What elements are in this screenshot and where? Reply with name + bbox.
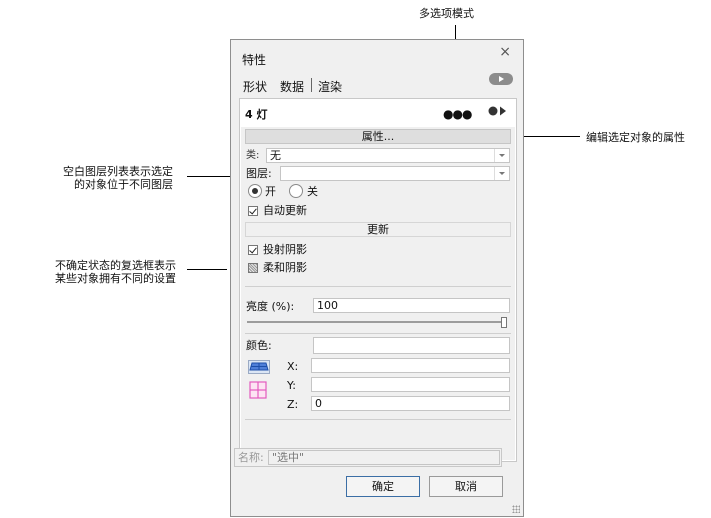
tab-scroll-arrow-icon[interactable] <box>489 73 513 85</box>
y-input[interactable] <box>311 377 510 392</box>
tab-shape[interactable]: 形状 <box>243 78 267 95</box>
tab-data[interactable]: 数据 <box>280 78 304 95</box>
soft-shadow-checkbox[interactable] <box>248 263 258 273</box>
callout-blank-layer-2: 的对象位于不同图层 <box>74 178 173 191</box>
auto-update-checkbox[interactable] <box>248 206 258 216</box>
brightness-label: 亮度 (%): <box>246 300 295 313</box>
radio-on[interactable] <box>248 184 262 198</box>
callout-edit-properties: 编辑选定对象的属性 <box>586 131 685 144</box>
chevron-down-icon <box>494 149 509 162</box>
multi-select-nav-icon[interactable] <box>487 105 509 117</box>
layer-label: 图层: <box>246 167 272 180</box>
x-label: X: <box>287 360 299 373</box>
multi-select-dots-icon[interactable]: ●●● <box>443 107 472 121</box>
class-label: 类: <box>246 150 260 161</box>
y-label: Y: <box>287 379 296 392</box>
radio-off[interactable] <box>289 184 303 198</box>
name-label: 名称: <box>238 451 264 464</box>
properties-body: 属性... 类: 无 图层: 开 关 自动更新 更新 投射阴影 柔和阴影 亮度 … <box>241 127 515 460</box>
cast-shadow-checkbox[interactable] <box>248 245 258 255</box>
chevron-down-icon <box>494 167 509 180</box>
update-button[interactable]: 更新 <box>245 222 511 237</box>
class-value: 无 <box>270 149 281 162</box>
z-label: Z: <box>287 398 299 411</box>
color-field[interactable] <box>313 337 510 354</box>
callout-multi-select-mode: 多选项模式 <box>419 7 474 20</box>
attributes-button[interactable]: 属性... <box>245 129 511 144</box>
brightness-input[interactable]: 100 <box>313 298 510 313</box>
tab-render[interactable]: 渲染 <box>318 78 342 95</box>
radio-on-label: 开 <box>265 185 276 198</box>
soft-shadow-label: 柔和阴影 <box>263 261 307 274</box>
resize-grip-icon[interactable] <box>512 505 520 513</box>
tab-separator <box>311 78 312 92</box>
object-title: 4 灯 <box>245 108 268 121</box>
grid-view-icon[interactable] <box>249 381 267 399</box>
callout-indeterminate-2: 某些对象拥有不同的设置 <box>55 272 176 285</box>
object-info-panel: 4 灯 ●●● 属性... 类: 无 图层: 开 关 自动更新 更新 投射阴影 … <box>239 98 517 462</box>
plan-view-icon[interactable] <box>248 360 270 374</box>
divider <box>245 419 511 420</box>
ok-button[interactable]: 确定 <box>346 476 420 497</box>
callout-indeterminate-1: 不确定状态的复选框表示 <box>55 259 176 272</box>
callout-blank-layer-1: 空白图层列表表示选定 <box>63 165 173 178</box>
color-label: 颜色: <box>246 339 272 352</box>
callout-line-indeterminate <box>187 269 227 270</box>
cancel-button[interactable]: 取消 <box>429 476 503 497</box>
class-dropdown[interactable]: 无 <box>266 148 510 163</box>
layer-dropdown[interactable] <box>280 166 510 181</box>
name-row: 名称: "选中" <box>234 448 502 467</box>
brightness-slider[interactable] <box>247 321 503 323</box>
divider <box>245 286 511 287</box>
name-input[interactable]: "选中" <box>268 450 500 465</box>
z-input[interactable]: 0 <box>311 396 510 411</box>
x-input[interactable] <box>311 358 510 373</box>
close-icon[interactable]: × <box>499 44 511 60</box>
brightness-slider-thumb[interactable] <box>501 317 507 328</box>
radio-off-label: 关 <box>307 185 318 198</box>
auto-update-label: 自动更新 <box>263 204 307 217</box>
divider <box>245 333 511 334</box>
cast-shadow-label: 投射阴影 <box>263 243 307 256</box>
properties-palette: 特性 × 形状 数据 渲染 4 灯 ●●● 属性... 类: 无 图层: 开 关… <box>230 39 524 517</box>
palette-title: 特性 <box>242 53 267 67</box>
